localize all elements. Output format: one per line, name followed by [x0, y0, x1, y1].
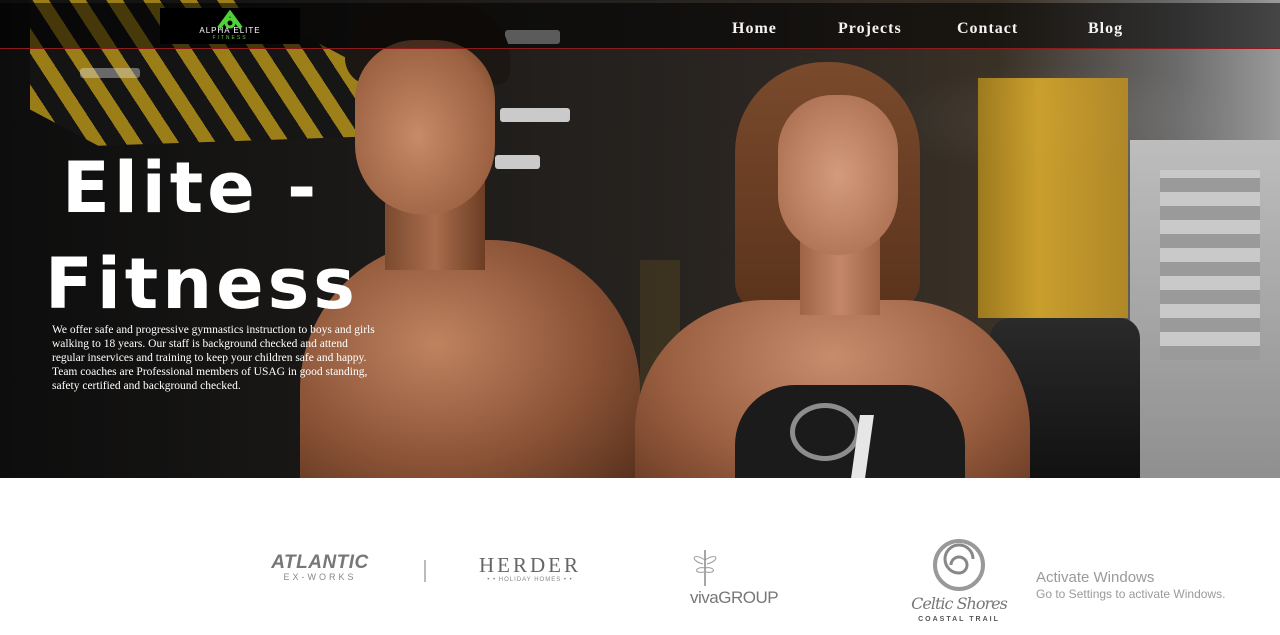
partner-logo-herder: HERDER • • HOLIDAY HOMES • •	[470, 554, 590, 588]
nav-link-home[interactable]: Home	[732, 20, 777, 38]
gym-window	[1130, 140, 1280, 478]
partner-tagline: EX-WORKS	[283, 572, 357, 582]
hero-title: Elite - Fitness	[45, 140, 365, 332]
hero-banner: Elite - Fitness We offer safe and progre…	[0, 0, 1280, 478]
gym-pillar	[978, 78, 1128, 318]
partner-name: vivaGROUP	[690, 588, 779, 607]
hero-title-line2: Fitness	[45, 243, 359, 325]
partner-logo-viva: vivaGROUP	[680, 546, 810, 616]
logo-subtext: FITNESS	[212, 35, 248, 41]
nav-link-blog[interactable]: Blog	[1088, 20, 1123, 38]
activate-windows-watermark: Activate Windows Go to Settings to activ…	[1036, 569, 1276, 602]
watermark-title: Activate Windows	[1036, 569, 1155, 586]
athlete-woman-head	[778, 95, 898, 255]
athlete-woman-top	[735, 385, 965, 478]
partner-tagline: COASTAL TRAIL	[918, 616, 1000, 623]
hero-description: We offer safe and progressive gymnastics…	[52, 324, 375, 392]
nav-link-contact[interactable]: Contact	[957, 20, 1018, 38]
spiral-icon	[933, 539, 985, 591]
dragonfly-icon	[693, 550, 717, 586]
partner-name: Celtic Shores	[911, 594, 1008, 613]
ceiling-light	[495, 155, 540, 169]
divider	[424, 560, 426, 582]
ceiling-light	[80, 68, 140, 78]
watermark-subtitle: Go to Settings to activate Windows.	[1036, 587, 1226, 601]
nav-link-projects[interactable]: Projects	[838, 20, 902, 38]
partner-logo-atlantic: ATLANTIC EX-WORKS	[255, 553, 385, 583]
site-logo[interactable]: ALPHA ELITE FITNESS	[160, 8, 300, 44]
partner-logo-celtic-shores: Celtic Shores COASTAL TRAIL	[898, 538, 1020, 630]
partner-tagline: • • HOLIDAY HOMES • •	[487, 577, 573, 583]
partner-logos: ATLANTIC EX-WORKS HERDER • • HOLIDAY HOM…	[0, 478, 1280, 635]
ceiling-light	[500, 108, 570, 122]
partner-name: ATLANTIC	[271, 552, 369, 573]
athlete-man-head	[355, 40, 495, 215]
hero-title-line1: Elite -	[62, 147, 321, 229]
top-navbar: ALPHA ELITE FITNESS Home Projects Contac…	[0, 3, 1280, 49]
logo-icon	[217, 10, 243, 30]
partner-name: HERDER	[479, 553, 581, 577]
